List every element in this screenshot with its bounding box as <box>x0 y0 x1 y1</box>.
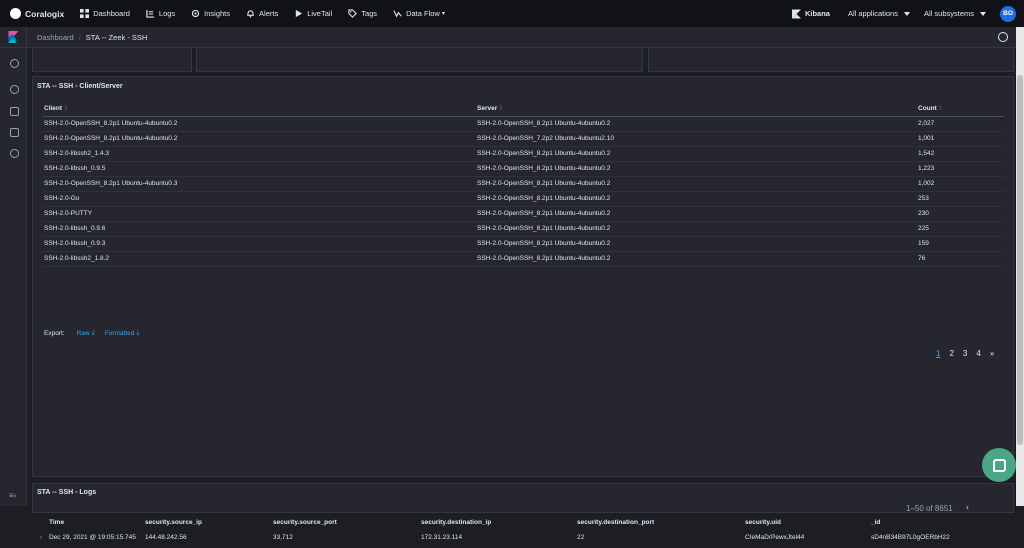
grid-icon <box>80 9 90 18</box>
brand-logo[interactable]: Coralogix <box>10 8 64 19</box>
export-formatted-link[interactable]: Formatted ⤓ <box>105 329 140 337</box>
gear-icon <box>192 9 200 18</box>
client-server-panel: STA -- SSH - Client/Server Client⇕ Serve… <box>32 76 1014 477</box>
caret-down-icon <box>903 11 910 16</box>
nav-dataflow[interactable]: Data Flow ▾ <box>393 9 445 18</box>
panel-title: STA -- SSH - Logs <box>37 489 97 496</box>
column-header-destination-ip[interactable]: security.destination_ip <box>421 519 491 526</box>
tag-icon <box>348 9 358 18</box>
right-nav: Kibana All applications All subsystems B… <box>791 5 1024 22</box>
column-header-id[interactable]: _id <box>871 519 880 526</box>
table-row: SSH-2.0-libssh2_1.8.2 SSH-2.0-OpenSSH_8.2… <box>43 251 1004 267</box>
bell-icon <box>247 10 254 18</box>
table-row: SSH-2.0-OpenSSH_8.2p1 Ubuntu-4ubuntu0.3 S… <box>43 176 1004 192</box>
scrollbar[interactable] <box>1016 27 1024 506</box>
coralogix-logo-icon <box>10 8 21 19</box>
breadcrumb: Dashboard / STA -- Zeek - SSH <box>37 33 147 42</box>
column-header-client[interactable]: Client⇕ <box>43 101 476 117</box>
visualize-icon[interactable] <box>10 107 19 116</box>
dataflow-icon <box>393 10 402 18</box>
kibana-link[interactable]: Kibana <box>791 9 830 19</box>
export-raw-link[interactable]: Raw ⤓ <box>77 329 95 337</box>
download-icon: ⤓ <box>136 329 140 336</box>
avatar[interactable]: BO <box>1000 5 1016 22</box>
table-row: SSH-2.0-PUTTY SSH-2.0-OpenSSH_8.2p1 Ubunt… <box>43 206 1004 222</box>
play-icon <box>296 9 303 18</box>
logs-icon <box>146 9 155 18</box>
sort-icon: ⇕ <box>498 105 504 113</box>
page-3[interactable]: 3 <box>963 349 967 358</box>
side-nav: ≡› <box>0 48 27 506</box>
download-icon: ⤓ <box>91 329 95 336</box>
table-row: SSH-2.0-libssh2_1.4.3 SSH-2.0-OpenSSH_8.2… <box>43 146 1004 162</box>
column-header-server[interactable]: Server⇕ <box>476 101 917 117</box>
clock-icon[interactable] <box>10 59 19 68</box>
column-header-destination-port[interactable]: security.destination_port <box>577 519 654 526</box>
dashboard-icon[interactable] <box>10 128 19 137</box>
export-bar: Export: Raw ⤓ Formatted ⤓ <box>44 329 149 337</box>
applications-select[interactable]: All applications <box>848 9 910 18</box>
scrollbar-thumb[interactable] <box>1017 75 1023 445</box>
table-row: › Dec 29, 2021 @ 19:05:15.745 144.48.242… <box>40 534 950 541</box>
page-2[interactable]: 2 <box>949 349 953 358</box>
logs-panel: STA -- SSH - Logs 1–50 of 8651 ‹ <box>32 483 1014 513</box>
nav-dashboard[interactable]: Dashboard <box>80 9 130 18</box>
chat-button[interactable] <box>982 448 1016 482</box>
chevron-left-icon[interactable]: ‹ <box>966 502 969 512</box>
logs-header-row: Time security.source_ip security.source_… <box>32 519 1014 535</box>
table-row: SSH-2.0-libssh_0.9.5 SSH-2.0-OpenSSH_8.2p… <box>43 161 1004 177</box>
kibana-header: Dashboard / STA -- Zeek - SSH <box>0 26 1016 48</box>
breadcrumb-current: STA -- Zeek - SSH <box>85 32 148 42</box>
column-header-source-ip[interactable]: security.source_ip <box>145 519 202 526</box>
export-label: Export: <box>44 329 65 337</box>
collapse-icon[interactable]: ≡› <box>9 491 16 500</box>
caret-down-icon <box>980 11 986 16</box>
column-header-time[interactable]: Time <box>49 519 64 526</box>
table-row: SSH-2.0-OpenSSH_8.2p1 Ubuntu-4ubuntu0.2 S… <box>43 116 1004 132</box>
table-row: SSH-2.0-OpenSSH_8.2p1 Ubuntu-4ubuntu0.2 S… <box>43 131 1004 147</box>
help-icon[interactable] <box>998 32 1008 42</box>
dashboard-content: STA -- SSH - Client/Server Client⇕ Serve… <box>28 48 1016 541</box>
kibana-icon <box>791 9 801 18</box>
chat-icon <box>992 458 1006 472</box>
settings-icon[interactable] <box>10 149 19 158</box>
nav-livetail[interactable]: LiveTail <box>294 9 332 18</box>
top-bar: Coralogix Dashboard Logs Insights Alerts… <box>0 0 1024 27</box>
nav-alerts[interactable]: Alerts <box>246 9 278 18</box>
page-4[interactable]: 4 <box>976 349 980 358</box>
column-header-uid[interactable]: security.uid <box>745 519 781 526</box>
nav-tags[interactable]: Tags <box>348 9 377 18</box>
sort-icon: ⇕ <box>63 105 69 113</box>
panel-tile <box>32 48 192 72</box>
nav-insights[interactable]: Insights <box>191 9 230 18</box>
column-header-source-port[interactable]: security.source_port <box>273 519 337 526</box>
brand-name: Coralogix <box>25 8 65 19</box>
logs-count: 1–50 of 8651 <box>906 504 953 513</box>
sort-icon: ⇕ <box>937 105 944 113</box>
next-page[interactable]: » <box>990 349 994 358</box>
table-row: SSH-2.0-libssh_0.9.6 SSH-2.0-OpenSSH_8.2p… <box>43 221 1004 237</box>
table-row: SSH-2.0-libssh_0.9.3 SSH-2.0-OpenSSH_8.2p… <box>43 236 1004 252</box>
main-nav: Dashboard Logs Insights Alerts LiveTail … <box>80 9 461 18</box>
chevron-right-icon[interactable]: › <box>40 534 42 541</box>
panel-title: STA -- SSH - Client/Server <box>37 83 123 90</box>
page-1[interactable]: 1 <box>936 349 940 358</box>
pagination: 1 2 3 4 » <box>936 349 1003 358</box>
panel-tile <box>648 48 1014 72</box>
panel-tile <box>196 48 643 72</box>
breadcrumb-dashboard[interactable]: Dashboard <box>37 33 74 42</box>
kibana-logo-icon[interactable] <box>0 26 27 48</box>
chevron-down-icon: ▾ <box>441 11 445 17</box>
breadcrumb-separator: / <box>78 32 81 42</box>
compass-icon[interactable] <box>10 85 19 94</box>
nav-logs[interactable]: Logs <box>146 9 175 18</box>
table-row: SSH-2.0-Go SSH-2.0-OpenSSH_8.2p1 Ubuntu-4… <box>43 191 1004 207</box>
column-header-count[interactable]: Count⇕ <box>917 101 1004 117</box>
client-server-table: Client⇕ Server⇕ Count⇕ SSH-2.0-OpenSSH_8… <box>43 101 1004 267</box>
subsystems-select[interactable]: All subsystems <box>924 9 986 18</box>
